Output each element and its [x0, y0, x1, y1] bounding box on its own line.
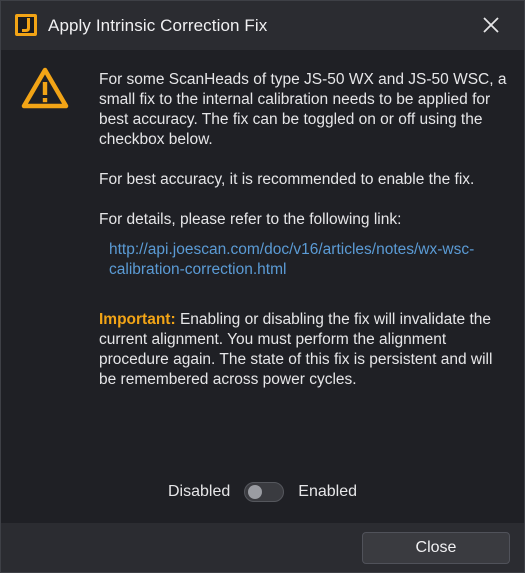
dialog-window: Apply Intrinsic Correction Fix For some …: [0, 0, 525, 573]
important-label: Important:: [99, 311, 176, 328]
details-paragraph: For details, please refer to the followi…: [99, 211, 402, 228]
toggle-knob: [248, 485, 263, 499]
fix-toggle[interactable]: [244, 482, 285, 502]
message-content: For some ScanHeads of type JS-50 WX and …: [99, 70, 509, 390]
toggle-disabled-label: Disabled: [168, 483, 231, 500]
description-paragraph: For some ScanHeads of type JS-50 WX and …: [99, 71, 507, 148]
close-button[interactable]: Close: [362, 532, 510, 564]
toggle-enabled-label: Enabled: [298, 483, 357, 500]
fix-toggle-row: Disabled Enabled: [1, 481, 524, 503]
joescan-logo-icon: [15, 14, 37, 36]
warning-icon: [21, 67, 69, 109]
title-bar: Apply Intrinsic Correction Fix: [1, 1, 524, 50]
window-title: Apply Intrinsic Correction Fix: [48, 16, 268, 35]
important-paragraph: Important: Enabling or disabling the fix…: [99, 310, 509, 390]
dialog-footer: Close: [1, 523, 524, 572]
recommendation-paragraph: For best accuracy, it is recommended to …: [99, 171, 475, 188]
documentation-link[interactable]: http://api.joescan.com/doc/v16/articles/…: [109, 240, 504, 280]
close-icon[interactable]: [480, 14, 502, 36]
